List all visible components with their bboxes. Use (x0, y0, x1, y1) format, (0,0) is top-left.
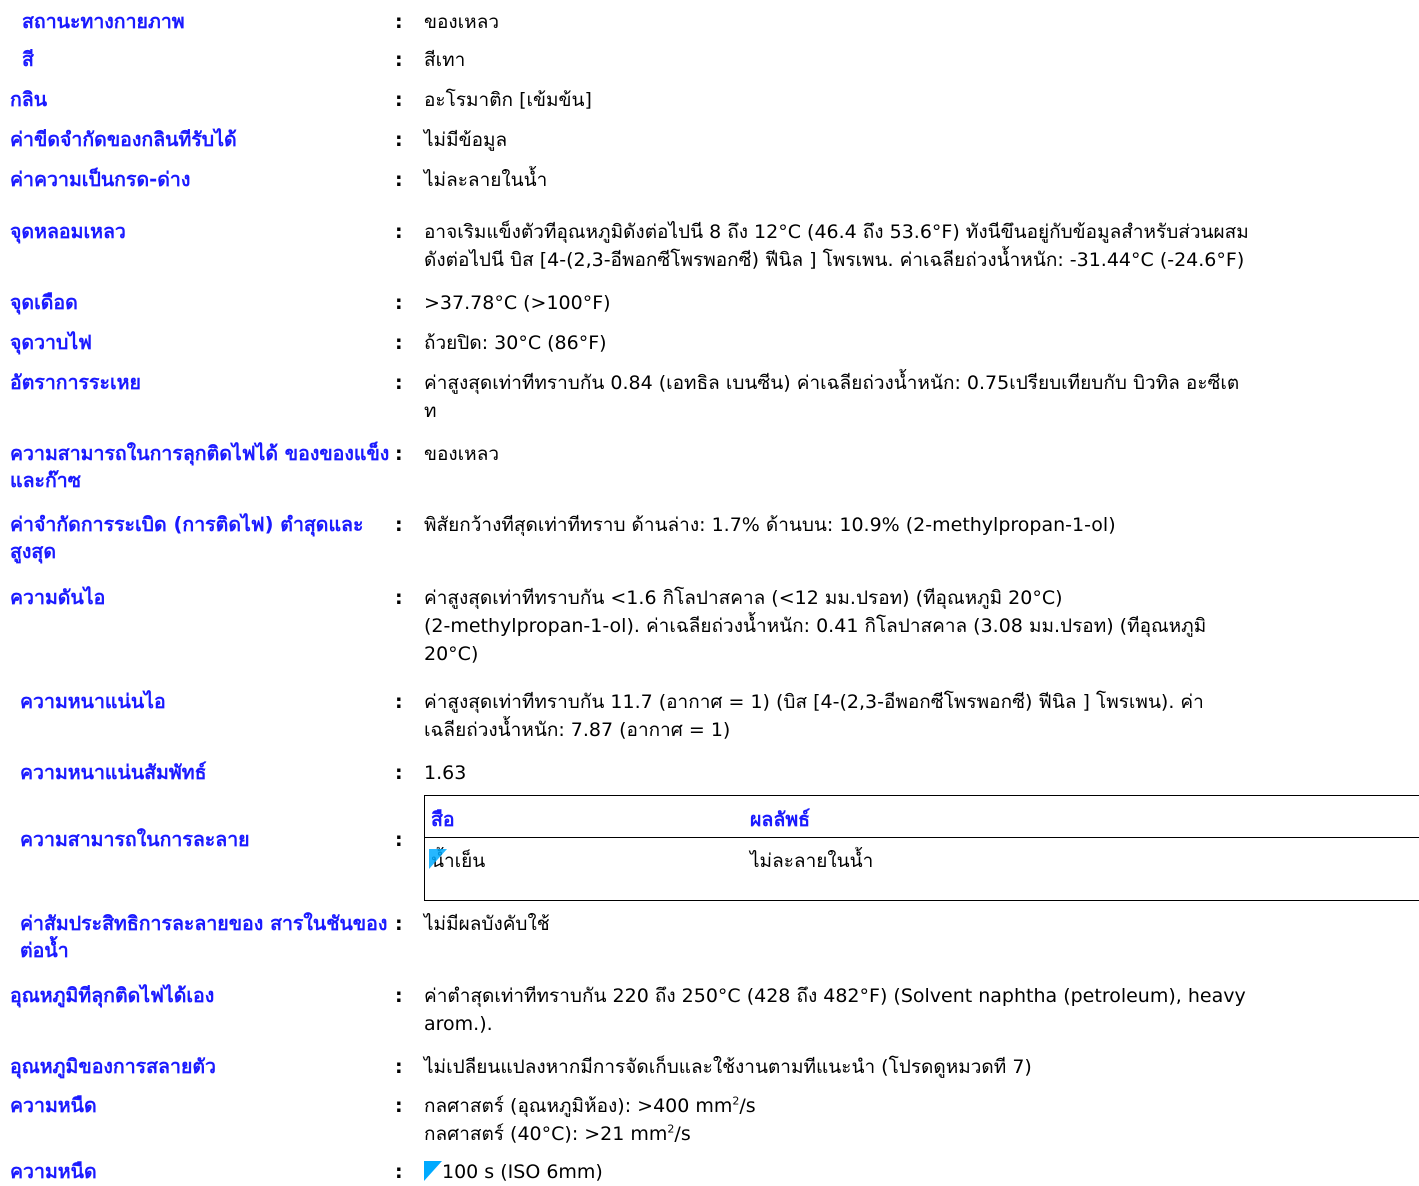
property-label: ความดันไอ (10, 586, 106, 609)
colon: : (395, 1161, 403, 1183)
colon: : (395, 587, 403, 609)
colon: : (395, 1056, 403, 1078)
colon: : (395, 762, 403, 784)
colon: : (395, 332, 403, 354)
colon: : (395, 221, 403, 243)
property-label: ความหนาแน่นสัมพัทธ์ (20, 761, 207, 784)
property-value: ค่าสูงสุดเท่าทีทราบกัน 0.84 (เอทธิล เบนซ… (424, 372, 1240, 422)
colon: : (395, 829, 403, 851)
property-label: จุดเดือด (10, 291, 78, 314)
property-label: ความหนืด (10, 1160, 97, 1183)
colon: : (395, 1095, 403, 1117)
property-value: ของเหลว (424, 11, 500, 33)
colon: : (395, 49, 403, 71)
property-value: ไม่มีข้อมูล (424, 129, 508, 151)
colon: : (395, 169, 403, 191)
property-label: ค่าขีดจำกัดของกลินทีรับได้ (10, 128, 237, 151)
property-label: กลิน (10, 88, 48, 111)
colon: : (395, 443, 403, 465)
property-value: อะโรมาติก [เข้มข้น] (424, 89, 592, 111)
colon: : (395, 514, 403, 536)
property-label: ความหนาแน่นไอ (20, 690, 166, 713)
table-header-result: ผลลัพธ์ (750, 808, 811, 831)
property-value: ของเหลว (424, 443, 500, 465)
property-label: จุดหลอมเหลว (10, 220, 126, 243)
property-value: 100 s (ISO 6mm) (424, 1158, 1414, 1186)
property-label: สถานะทางกายภาพ (22, 10, 185, 33)
property-value: ไม่มีผลบังคับใช้ (424, 913, 550, 935)
property-value: สีเทา (424, 49, 466, 71)
table-header-medium: สือ (431, 808, 455, 831)
property-label: อัตราการระเหย (10, 371, 141, 394)
property-value: 1.63 (424, 762, 467, 784)
property-value: ไม่เปลียนแปลงหากมีการจัดเก็บและใช้งานตาม… (424, 1056, 1032, 1078)
property-label: ความสามารถในการละลาย (20, 828, 250, 851)
colon: : (395, 913, 403, 935)
table-cell-result: ไม่ละลายในน้ำ (750, 850, 874, 872)
flag-icon (424, 1161, 442, 1181)
property-value: พิสัยกว้างทีสุดเท่าทีทราบ ด้านล่าง: 1.7%… (424, 514, 1116, 536)
colon: : (395, 985, 403, 1007)
property-label: ค่าความเป็นกรด-ด่าง (10, 168, 191, 191)
colon: : (395, 372, 403, 394)
property-label: สี (22, 48, 34, 71)
flag-icon (429, 849, 447, 869)
property-value: ถ้วยปิด: 30°C (86°F) (424, 332, 607, 354)
table-divider (425, 837, 1419, 838)
viscosity-line-2: กลศาสตร์ (40°C): >21 mm2/s (424, 1122, 691, 1145)
property-label: จุดวาบไฟ (10, 331, 92, 354)
property-label: อุณหภูมิทีลุกติดไฟได้เอง (10, 984, 215, 1007)
viscosity-line-1: กลศาสตร์ (อุณหภูมิห้อง): >400 mm2/s (424, 1094, 756, 1117)
property-value: ไม่ละลายในน้ำ (424, 169, 548, 191)
property-value: อาจเริมแข็งตัวทีอุณหภูมิดังต่อไปนี 8 ถึง… (424, 221, 1249, 271)
property-label: อุณหภูมิของการสลายตัว (10, 1055, 216, 1078)
property-value: ค่าตำสุดเท่าทีทราบกัน 220 ถึง 250°C (428… (424, 985, 1246, 1035)
colon: : (395, 292, 403, 314)
property-value: ค่าสูงสุดเท่าทีทราบกัน <1.6 กิโลปาสคาล (… (424, 587, 1207, 665)
property-value: กลศาสตร์ (อุณหภูมิห้อง): >400 mm2/s กลศา… (424, 1092, 1414, 1148)
property-label: ความสามารถในการลุกติดไฟได้ ของของแข็ง แล… (10, 442, 390, 492)
solubility-table: สือ ผลลัพธ์ น้ำเย็น ไม่ละลายในน้ำ (424, 795, 1419, 901)
property-label: ค่าสัมประสิทธิการละลายของ สารในชันของ ต่… (20, 912, 388, 962)
property-label: ความหนืด (10, 1094, 97, 1117)
property-label: ค่าจำกัดการระเบิด (การติดไฟ) ตำสุดและสูง… (10, 513, 364, 563)
property-value: >37.78°C (>100°F) (424, 292, 611, 314)
colon: : (395, 129, 403, 151)
property-value: ค่าสูงสุดเท่าทีทราบกัน 11.7 (อากาศ = 1) … (424, 691, 1204, 741)
colon: : (395, 89, 403, 111)
colon: : (395, 11, 403, 33)
colon: : (395, 691, 403, 713)
